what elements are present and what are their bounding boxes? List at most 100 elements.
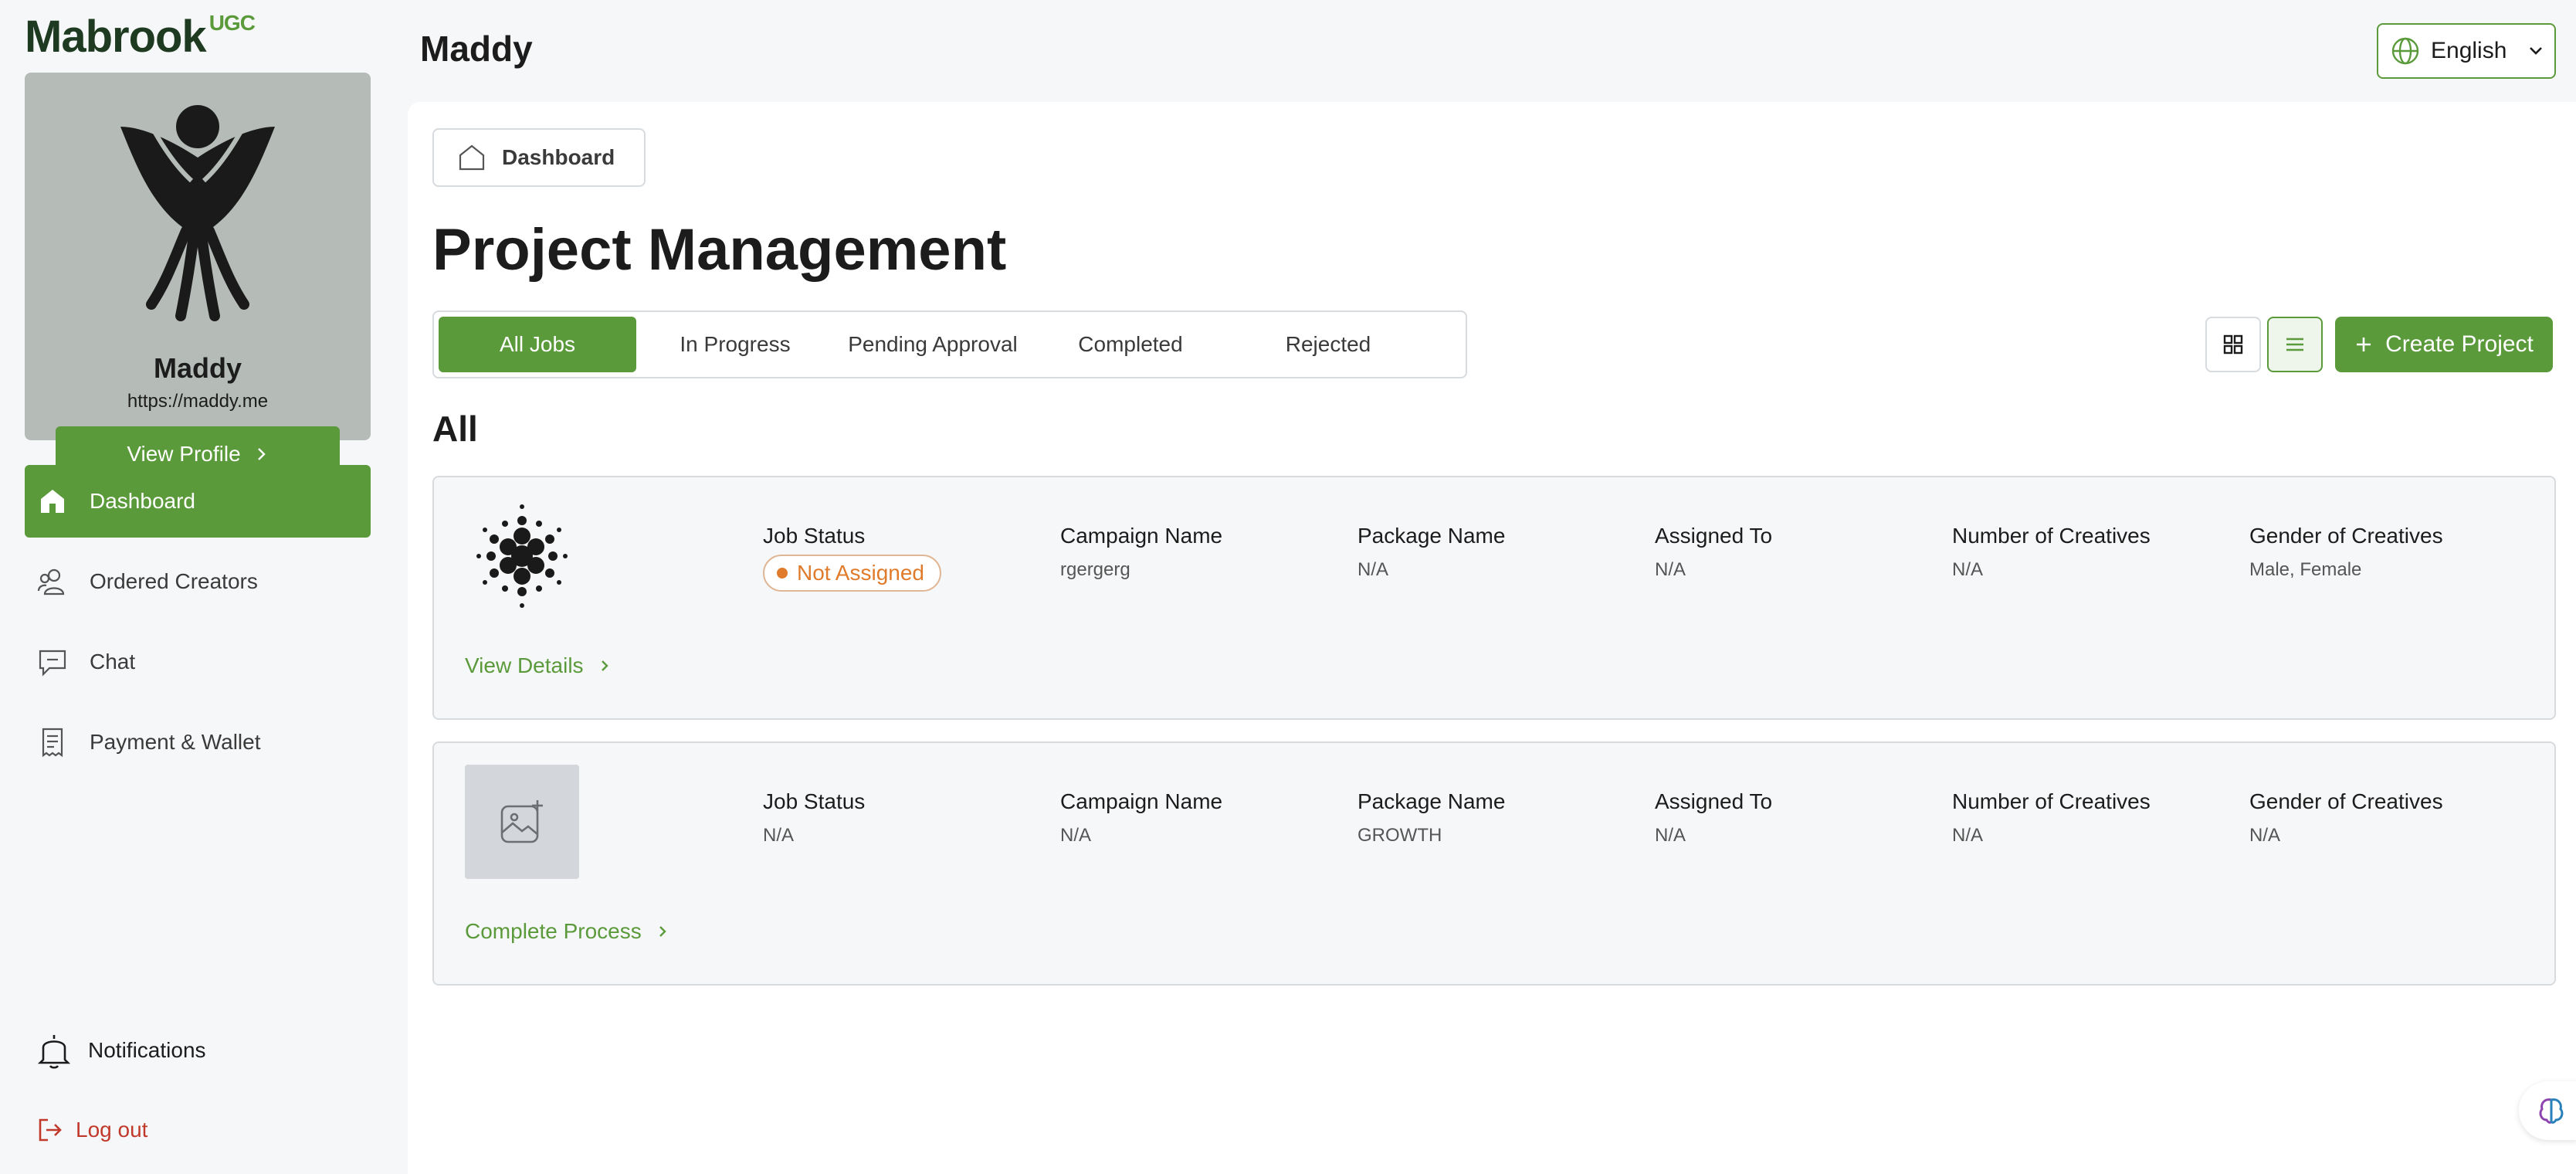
job-status-value: N/A xyxy=(763,825,795,846)
notifications-button[interactable]: Notifications xyxy=(37,1032,206,1069)
campaign-field: Campaign Name N/A xyxy=(1060,789,1357,847)
job-card: Job Status N/A Campaign Name N/A Package… xyxy=(432,741,2556,986)
assigned-value: N/A xyxy=(1655,825,1686,846)
complete-process-link[interactable]: Complete Process xyxy=(465,919,669,944)
sidebar-item-label: Dashboard xyxy=(90,489,195,513)
breadcrumb-label: Dashboard xyxy=(502,145,615,169)
chevron-right-icon xyxy=(659,926,666,937)
brain-icon xyxy=(2539,1098,2564,1124)
notifications-label: Notifications xyxy=(88,1038,206,1062)
sidebar-item-label: Ordered Creators xyxy=(90,569,258,593)
create-project-label: Create Project xyxy=(2385,331,2534,357)
assigned-value: N/A xyxy=(1655,559,1686,580)
gender-value: N/A xyxy=(2249,825,2281,846)
creatives-value: N/A xyxy=(1952,559,1984,580)
gender-label: Gender of Creatives xyxy=(2249,524,2443,548)
view-profile-label: View Profile xyxy=(127,442,241,466)
language-label: English xyxy=(2431,38,2507,63)
assigned-field: Assigned To N/A xyxy=(1655,524,1952,592)
sidebar-item-label: Payment & Wallet xyxy=(90,730,261,754)
logout-icon xyxy=(39,1118,62,1142)
gender-field: Gender of Creatives Male, Female xyxy=(2249,524,2547,592)
users-icon xyxy=(37,566,68,597)
cardano-logo-icon xyxy=(476,504,568,608)
chevron-down-icon xyxy=(2530,47,2543,55)
globe-icon xyxy=(2391,37,2419,65)
gender-value: Male, Female xyxy=(2249,559,2362,580)
package-field: Package Name GROWTH xyxy=(1357,789,1655,847)
job-logo-placeholder xyxy=(465,765,579,879)
job-logo xyxy=(465,499,579,613)
assigned-label: Assigned To xyxy=(1655,524,1773,548)
brand-logo[interactable]: Mabrook UGC xyxy=(25,11,256,63)
tab-completed[interactable]: Completed xyxy=(1032,317,1229,372)
grid-icon xyxy=(2223,334,2243,355)
job-fields: Job Status N/A Campaign Name N/A Package… xyxy=(763,789,2547,847)
status-dot-icon xyxy=(777,568,788,579)
section-title: All xyxy=(432,409,478,449)
package-value: N/A xyxy=(1357,559,1389,580)
creatives-field: Number of Creatives N/A xyxy=(1952,789,2249,847)
creatives-label: Number of Creatives xyxy=(1952,524,2151,548)
header-user-name: Maddy xyxy=(420,29,533,69)
job-card: Job Status Not Assigned Campaign Name rg… xyxy=(432,476,2556,720)
language-selector[interactable]: English xyxy=(2377,23,2556,79)
package-label: Package Name xyxy=(1357,524,1506,548)
home-outline-icon xyxy=(459,144,485,171)
assigned-field: Assigned To N/A xyxy=(1655,789,1952,847)
job-status-field: Job Status Not Assigned xyxy=(763,524,1060,592)
breadcrumb[interactable]: Dashboard xyxy=(432,128,646,187)
job-status-field: Job Status N/A xyxy=(763,789,1060,847)
campaign-label: Campaign Name xyxy=(1060,524,1223,548)
job-fields: Job Status Not Assigned Campaign Name rg… xyxy=(763,524,2547,592)
grid-view-button[interactable] xyxy=(2205,317,2261,372)
profile-avatar xyxy=(120,105,275,321)
page-title: Project Management xyxy=(432,217,1007,283)
campaign-label: Campaign Name xyxy=(1060,789,1223,813)
home-icon xyxy=(37,486,68,517)
tab-in-progress[interactable]: In Progress xyxy=(636,317,834,372)
assistant-launcher-button[interactable] xyxy=(2519,1081,2576,1140)
image-placeholder-icon xyxy=(500,800,543,843)
sidebar-nav: Dashboard Ordered Creators Chat Payment … xyxy=(25,465,371,786)
status-badge: Not Assigned xyxy=(763,555,941,592)
status-text: Not Assigned xyxy=(797,561,924,585)
campaign-value: rgergerg xyxy=(1060,559,1130,580)
job-status-label: Job Status xyxy=(763,524,866,548)
sidebar-item-chat[interactable]: Chat xyxy=(25,626,371,698)
tab-all-jobs[interactable]: All Jobs xyxy=(439,317,636,372)
sidebar-item-label: Chat xyxy=(90,650,136,674)
chevron-right-icon xyxy=(601,660,608,671)
package-value: GROWTH xyxy=(1357,825,1442,846)
create-project-button[interactable]: Create Project xyxy=(2335,317,2553,372)
package-label: Package Name xyxy=(1357,789,1506,813)
creatives-value: N/A xyxy=(1952,825,1984,846)
receipt-icon xyxy=(37,727,68,758)
profile-url[interactable]: https://maddy.me xyxy=(25,391,371,412)
chevron-right-icon xyxy=(257,448,266,460)
view-details-label: View Details xyxy=(465,653,584,677)
campaign-value: N/A xyxy=(1060,825,1092,846)
profile-name: Maddy xyxy=(153,352,242,384)
list-view-button[interactable] xyxy=(2267,317,2323,372)
assigned-label: Assigned To xyxy=(1655,789,1773,813)
campaign-field: Campaign Name rgergerg xyxy=(1060,524,1357,592)
tab-pending-approval[interactable]: Pending Approval xyxy=(834,317,1032,372)
view-details-link[interactable]: View Details xyxy=(465,653,612,678)
complete-process-label: Complete Process xyxy=(465,919,642,943)
list-icon xyxy=(2286,338,2303,351)
tab-rejected[interactable]: Rejected xyxy=(1229,317,1427,372)
gender-field: Gender of Creatives N/A xyxy=(2249,789,2547,847)
chat-icon xyxy=(37,646,68,677)
logout-button[interactable]: Log out xyxy=(37,1117,147,1143)
job-status-label: Job Status xyxy=(763,789,866,813)
creatives-label: Number of Creatives xyxy=(1952,789,2151,813)
sidebar-item-payment-wallet[interactable]: Payment & Wallet xyxy=(25,706,371,779)
main-panel: Dashboard Project Management All Jobs In… xyxy=(408,102,2576,1174)
profile-card: Maddy https://maddy.me View Profile xyxy=(25,73,371,482)
sidebar-item-ordered-creators[interactable]: Ordered Creators xyxy=(25,545,371,618)
sidebar-item-dashboard[interactable]: Dashboard xyxy=(25,465,371,538)
sidebar: Mabrook UGC Maddy https://maddy.me View P… xyxy=(0,0,394,1174)
logout-label: Log out xyxy=(76,1118,148,1142)
plus-icon xyxy=(2357,338,2371,351)
